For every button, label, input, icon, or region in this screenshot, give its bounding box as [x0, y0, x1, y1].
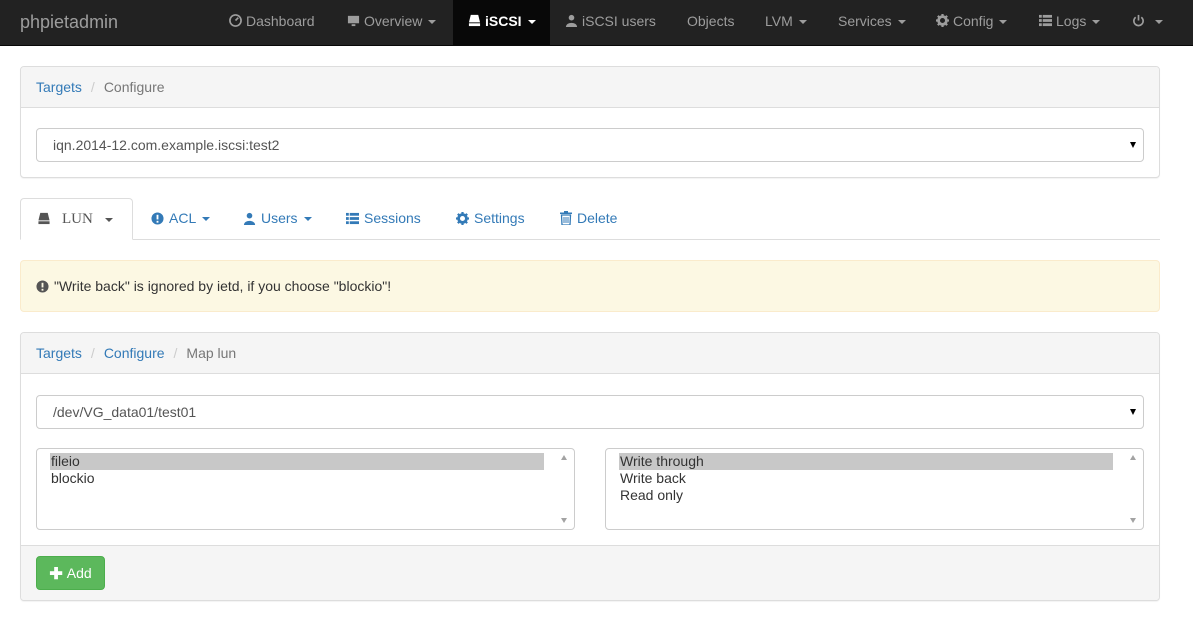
- nav-logs[interactable]: Logs: [1039, 0, 1101, 46]
- nav-overview-label: Overview: [364, 13, 423, 29]
- nav-dashboard[interactable]: Dashboard: [229, 0, 315, 46]
- target-select-value: iqn.2014-12.com.example.iscsi:test2: [53, 137, 280, 153]
- scroll-down-icon: [561, 518, 567, 523]
- device-select[interactable]: /dev/VG_data01/test01: [36, 395, 1144, 429]
- breadcrumb-map-lun: Map lun: [186, 345, 237, 361]
- scrollbar[interactable]: [1125, 450, 1142, 528]
- list-icon: [346, 212, 359, 225]
- tab-acl[interactable]: ACL: [151, 198, 211, 240]
- list-item[interactable]: Read only: [619, 487, 1129, 504]
- panel-footer: ✚ Add: [21, 545, 1159, 600]
- list-item[interactable]: fileio: [50, 453, 544, 470]
- trash-icon: [560, 211, 572, 225]
- gear-icon: [456, 212, 469, 225]
- breadcrumb-targets[interactable]: Targets: [36, 79, 82, 95]
- gear-icon: [936, 14, 949, 27]
- lun-tabs: LUN ACL Users Sessions Settings Delete: [20, 198, 1160, 240]
- add-button-label: Add: [66, 565, 92, 581]
- warning-alert: "Write back" is ignored by ietd, if you …: [20, 260, 1160, 312]
- monitor-icon: [347, 15, 360, 27]
- nav-dashboard-label: Dashboard: [246, 13, 315, 29]
- tab-users-label: Users: [261, 210, 298, 226]
- nav-lvm-label: LVM: [765, 13, 793, 29]
- scroll-up-icon: [1130, 455, 1136, 460]
- scrollbar[interactable]: [556, 450, 573, 528]
- nav-objects[interactable]: Objects: [687, 0, 734, 46]
- tab-delete-label: Delete: [577, 210, 618, 226]
- tab-sessions[interactable]: Sessions: [346, 198, 421, 240]
- breadcrumb-configure[interactable]: Configure: [104, 345, 165, 361]
- nav-iscsi-users[interactable]: iSCSI users: [565, 0, 656, 46]
- nav-config[interactable]: Config: [936, 0, 1008, 46]
- nav-config-label: Config: [953, 13, 994, 29]
- nav-services[interactable]: Services: [838, 0, 906, 46]
- map-lun-panel: Targets / Configure / Map lun /dev/VG_data01…: [20, 332, 1160, 601]
- lun-type-listbox[interactable]: fileio blockio: [36, 448, 575, 530]
- nav-iscsi[interactable]: iSCSI: [453, 0, 550, 46]
- nav-objects-label: Objects: [687, 13, 735, 29]
- breadcrumb: Targets / Configure: [21, 67, 1159, 108]
- nav-iscsi-users-label: iSCSI users: [582, 13, 656, 29]
- chevron-down-icon: [202, 217, 211, 222]
- top-navbar: phpietadmin Dashboard Overview iSCSI iSC…: [0, 0, 1193, 46]
- tab-lun-label: LUN: [62, 211, 93, 227]
- add-button[interactable]: ✚ Add: [36, 556, 105, 590]
- tab-settings[interactable]: Settings: [456, 198, 525, 240]
- target-panel: Targets / Configure iqn.2014-12.com.exampl…: [20, 66, 1160, 178]
- chevron-down-icon: [798, 20, 807, 25]
- list-item[interactable]: blockio: [50, 470, 560, 487]
- list-item[interactable]: Write back: [619, 470, 1129, 487]
- harddisk-icon: [468, 14, 481, 27]
- chevron-down-icon: [1092, 20, 1101, 25]
- list-icon: [1039, 14, 1052, 27]
- list-item[interactable]: Write through: [619, 453, 1113, 470]
- chevron-down-icon: [303, 217, 312, 222]
- breadcrumb-targets[interactable]: Targets: [36, 345, 82, 361]
- tab-settings-label: Settings: [474, 210, 525, 226]
- tab-lun[interactable]: LUN: [20, 198, 133, 240]
- tab-sessions-label: Sessions: [364, 210, 421, 226]
- nav-power[interactable]: [1132, 0, 1163, 46]
- plus-icon: ✚: [49, 566, 63, 583]
- scroll-down-icon: [1130, 518, 1136, 523]
- user-icon: [243, 212, 256, 225]
- chevron-down-icon: [1155, 20, 1163, 25]
- tab-users[interactable]: Users: [243, 198, 312, 240]
- target-select[interactable]: iqn.2014-12.com.example.iscsi:test2: [36, 128, 1144, 162]
- chevron-down-icon: [1130, 142, 1136, 148]
- chevron-down-icon: [527, 20, 536, 25]
- scroll-up-icon: [561, 455, 567, 460]
- chevron-down-icon: [897, 20, 906, 25]
- nav-services-label: Services: [838, 13, 892, 29]
- chevron-down-icon: [999, 20, 1008, 25]
- nav-lvm[interactable]: LVM: [765, 0, 807, 46]
- harddisk-icon: [38, 212, 50, 225]
- tab-acl-label: ACL: [169, 210, 197, 226]
- breadcrumb: Targets / Configure / Map lun: [21, 333, 1159, 374]
- exclamation-circle-icon: [151, 212, 164, 225]
- nav-overview[interactable]: Overview: [347, 0, 437, 46]
- brand-logo[interactable]: phpietadmin: [20, 12, 118, 32]
- nav-logs-label: Logs: [1056, 13, 1087, 29]
- lun-mode-listbox[interactable]: Write through Write back Read only: [605, 448, 1144, 530]
- nav-iscsi-label: iSCSI: [485, 13, 522, 29]
- chevron-down-icon: [1130, 409, 1136, 415]
- power-icon: [1133, 14, 1144, 27]
- chevron-down-icon: [428, 20, 437, 25]
- dashboard-icon: [229, 14, 242, 27]
- user-icon: [565, 14, 578, 27]
- device-select-value: /dev/VG_data01/test01: [53, 404, 197, 420]
- chevron-down-icon: [104, 217, 113, 222]
- breadcrumb-configure: Configure: [103, 79, 165, 95]
- tab-delete[interactable]: Delete: [560, 198, 617, 240]
- alert-message: "Write back" is ignored by ietd, if you …: [54, 278, 392, 294]
- exclamation-circle-icon: [36, 280, 49, 293]
